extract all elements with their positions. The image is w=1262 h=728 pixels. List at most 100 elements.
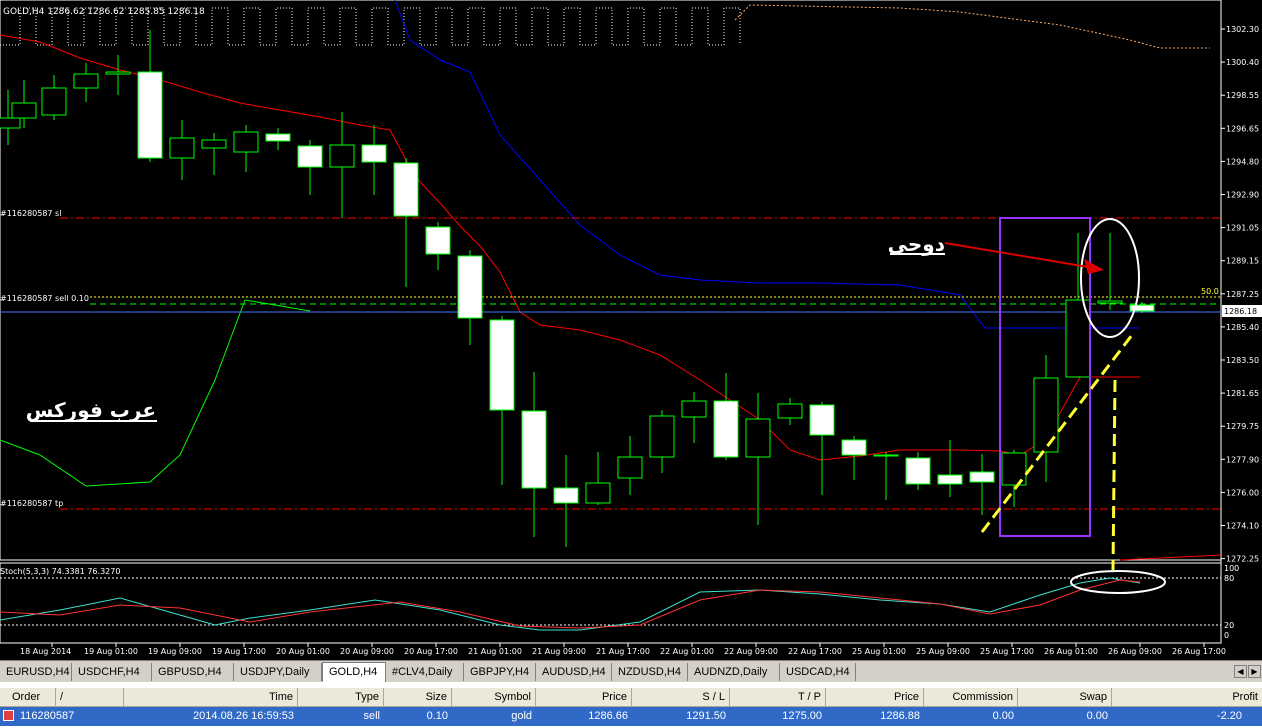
time-tick-label: 22 Aug 09:00 bbox=[724, 647, 778, 656]
price-tick-label: 1276.00 bbox=[1226, 488, 1259, 497]
bearish-candle-body bbox=[265, 133, 291, 142]
cell-price: 1286.66 bbox=[588, 710, 628, 722]
price-tick-label: 1296.65 bbox=[1226, 124, 1259, 133]
tab--clv4-daily[interactable]: #CLV4,Daily bbox=[386, 663, 464, 681]
price-tick-label: 1277.90 bbox=[1226, 455, 1259, 464]
cell-type: sell bbox=[363, 710, 380, 722]
col-order[interactable]: Order bbox=[0, 688, 56, 707]
bearish-candle-body bbox=[841, 439, 867, 456]
tab-gbpjpy-h4[interactable]: GBPJPY,H4 bbox=[464, 663, 536, 681]
stochastic-pane-frame bbox=[0, 562, 1222, 644]
bearish-candle-body bbox=[457, 255, 483, 319]
col-type[interactable]: Type bbox=[298, 688, 384, 707]
bullish-candle-body bbox=[617, 456, 643, 479]
col-tp[interactable]: T / P bbox=[730, 688, 826, 707]
time-tick-label: 21 Aug 17:00 bbox=[596, 647, 650, 656]
time-tick-label: 22 Aug 17:00 bbox=[788, 647, 842, 656]
tab-usdcad-h4[interactable]: USDCAD,H4 bbox=[780, 663, 856, 681]
tp-label: #116280587 tp bbox=[0, 499, 63, 508]
price-tick-label: 1281.65 bbox=[1226, 389, 1259, 398]
cell-swap: 0.00 bbox=[1086, 710, 1108, 722]
chart-canvas[interactable]: 1302.30 1300.40 1298.55 1296.65 1294.80 1292.… bbox=[0, 0, 1262, 660]
tab-nzdusd-h4[interactable]: NZDUSD,H4 bbox=[612, 663, 688, 681]
sell-order-icon bbox=[3, 710, 14, 721]
terminal-header: Order / Time Type Size Symbol Price S / … bbox=[0, 687, 1262, 707]
sl-label: #116280587 sl bbox=[0, 209, 61, 218]
tab-usdjpy-daily[interactable]: USDJPY,Daily bbox=[234, 663, 322, 681]
bearish-candle-body bbox=[809, 404, 835, 436]
price-tick-label: 1289.15 bbox=[1226, 257, 1259, 266]
tab-eurusd-h4[interactable]: EURUSD,H4 bbox=[0, 663, 72, 681]
bearish-candle-body bbox=[521, 410, 547, 489]
stoch-axis-label: 0 bbox=[1224, 631, 1229, 640]
bearish-candle-body bbox=[553, 487, 579, 504]
stoch-axis-label: 20 bbox=[1224, 621, 1234, 630]
bearish-candle-body bbox=[393, 162, 419, 217]
bullish-candle-body bbox=[329, 144, 355, 168]
col-price[interactable]: Price bbox=[536, 688, 632, 707]
time-tick-label: 21 Aug 01:00 bbox=[468, 647, 522, 656]
stochastic-label: Stoch(5,3,3) 74.3381 76.3270 bbox=[0, 567, 120, 576]
tab-gold-h4[interactable]: GOLD,H4 bbox=[322, 662, 386, 682]
col-sort[interactable]: / bbox=[56, 688, 124, 707]
cell-commission: 0.00 bbox=[992, 710, 1014, 722]
bullish-candle-body bbox=[777, 403, 803, 419]
col-profit[interactable]: Profit bbox=[1112, 688, 1262, 707]
bearish-candle-body bbox=[489, 319, 515, 411]
cell-tp: 1275.00 bbox=[782, 710, 822, 722]
col-swap[interactable]: Swap bbox=[1018, 688, 1112, 707]
tabs-scroll-right-icon[interactable]: ▶ bbox=[1248, 665, 1261, 678]
col-size[interactable]: Size bbox=[384, 688, 452, 707]
bearish-candle-body bbox=[713, 400, 739, 458]
price-tick-label: 1272.25 bbox=[1226, 555, 1259, 564]
bullish-candle-body bbox=[41, 87, 67, 116]
bullish-candle-body bbox=[681, 400, 707, 418]
bullish-candle-body bbox=[649, 415, 675, 458]
tab-usdchf-h4[interactable]: USDCHF,H4 bbox=[72, 663, 152, 681]
tab-audnzd-daily[interactable]: AUDNZD,Daily bbox=[688, 663, 780, 681]
bullish-candle-body bbox=[873, 454, 899, 457]
level-50-label: 50.0 bbox=[1201, 287, 1219, 296]
stoch-axis-label: 80 bbox=[1224, 574, 1234, 583]
time-tick-label: 26 Aug 17:00 bbox=[1172, 647, 1226, 656]
bearish-candle-body bbox=[905, 457, 931, 485]
col-current-price[interactable]: Price bbox=[826, 688, 924, 707]
tabs-scroll-left-icon[interactable]: ◀ bbox=[1234, 665, 1247, 678]
table-row[interactable]: 116280587 2014.08.26 16:59:53 sell 0.10 … bbox=[0, 707, 1262, 726]
price-tick-label: 1291.05 bbox=[1226, 224, 1259, 233]
cell-size: 0.10 bbox=[426, 710, 448, 722]
bullish-candle-body bbox=[1097, 300, 1123, 304]
time-tick-label: 20 Aug 09:00 bbox=[340, 647, 394, 656]
bullish-candle-body bbox=[1033, 377, 1059, 453]
tab-gbpusd-h4[interactable]: GBPUSD,H4 bbox=[152, 663, 234, 681]
bullish-candle-body bbox=[73, 73, 99, 89]
cell-time: 2014.08.26 16:59:53 bbox=[193, 710, 294, 722]
col-sl[interactable]: S / L bbox=[632, 688, 730, 707]
price-tick-label: 1302.30 bbox=[1226, 25, 1259, 34]
price-tick-label: 1292.90 bbox=[1226, 191, 1259, 200]
bullish-candle-body bbox=[169, 137, 195, 159]
price-tick-label: 1300.40 bbox=[1226, 58, 1259, 67]
price-tick-label: 1274.10 bbox=[1226, 522, 1259, 531]
col-time[interactable]: Time bbox=[124, 688, 298, 707]
bullish-candle-body bbox=[201, 139, 227, 149]
time-axis: 18 Aug 2014 19 Aug 01:00 19 Aug 09:00 19 Au… bbox=[20, 643, 1226, 656]
time-tick-label: 26 Aug 01:00 bbox=[1044, 647, 1098, 656]
col-commission[interactable]: Commission bbox=[924, 688, 1018, 707]
terminal-panel: Order / Time Type Size Symbol Price S / … bbox=[0, 682, 1262, 728]
time-tick-label: 21 Aug 09:00 bbox=[532, 647, 586, 656]
bullish-candle-body bbox=[0, 117, 21, 129]
doji-annotation: دوجى bbox=[888, 232, 945, 256]
time-tick-label: 20 Aug 01:00 bbox=[276, 647, 330, 656]
tab-audusd-h4[interactable]: AUDUSD,H4 bbox=[536, 663, 612, 681]
cell-profit: -2.20 bbox=[1216, 710, 1242, 722]
bearish-candle-body bbox=[297, 145, 323, 168]
price-tick-label: 1283.50 bbox=[1226, 356, 1259, 365]
price-chart[interactable]: 1302.30 1300.40 1298.55 1296.65 1294.80 1292.… bbox=[0, 0, 1262, 660]
bullish-candle-body bbox=[745, 418, 771, 458]
time-tick-label: 19 Aug 09:00 bbox=[148, 647, 202, 656]
col-symbol[interactable]: Symbol bbox=[452, 688, 536, 707]
price-tick-label: 1298.55 bbox=[1226, 91, 1259, 100]
main-pane-frame bbox=[0, 0, 1222, 561]
brand-annotation: عرب فوركس bbox=[26, 398, 156, 422]
